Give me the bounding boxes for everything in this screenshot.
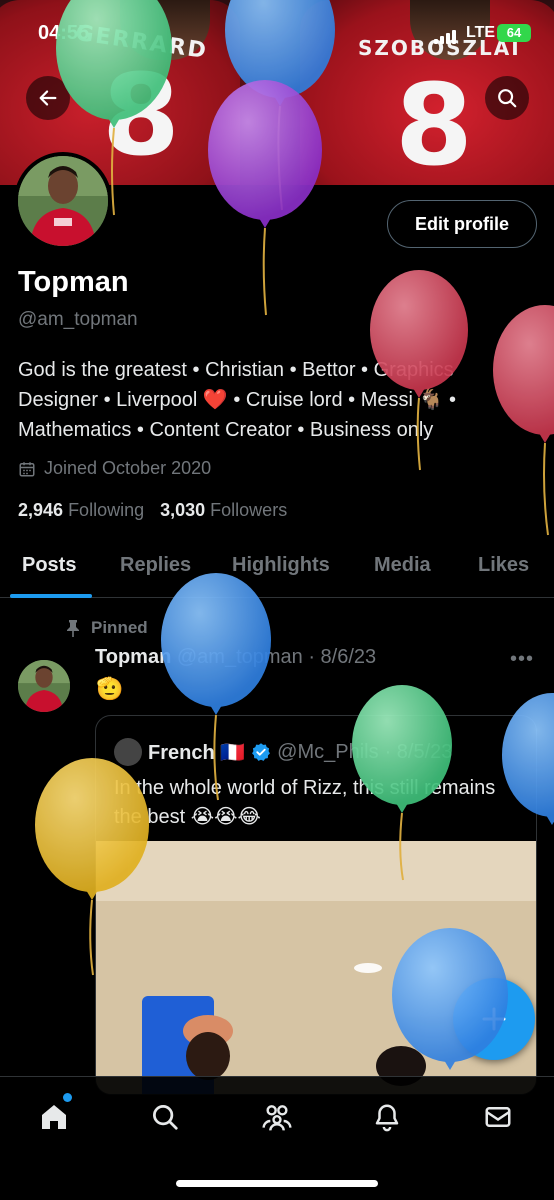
post-more-button[interactable]: ••• (510, 648, 534, 671)
status-bar: 04:55 LTE 64 (0, 20, 554, 50)
banner-jersey-number-right: 8 (395, 61, 473, 185)
home-icon (42, 1105, 66, 1129)
followers-count: 3,030 (160, 500, 206, 520)
post-date[interactable]: · 8/6/23 (308, 646, 376, 668)
quoted-author-avatar (114, 738, 142, 766)
video-thumbnail (96, 841, 536, 1094)
pinned-indicator: Pinned (65, 618, 148, 638)
follow-stats: 2,946 Following 3,030 Followers (18, 500, 287, 521)
bio-line: Mathematics • Content Creator • Business… (18, 419, 434, 441)
quoted-post-date: · 8/5/23 (384, 740, 453, 763)
following-label: Following (68, 500, 145, 520)
post-text: 🫡 (96, 676, 124, 701)
back-button[interactable] (26, 76, 70, 120)
bio-line: Designer • Liverpool ❤️ • Cruise lord • … (18, 389, 456, 411)
avatar-photo (18, 660, 70, 712)
quoted-author-handle: @Mc_Phils (277, 740, 379, 763)
search-icon (153, 1105, 178, 1130)
compose-post-button[interactable] (453, 978, 535, 1060)
nav-notifications[interactable] (369, 1099, 405, 1135)
profile-avatar[interactable] (14, 152, 112, 250)
tab-likes[interactable]: Likes (478, 554, 529, 577)
tab-posts[interactable]: Posts (22, 554, 76, 577)
post-author-name[interactable]: Topman (95, 646, 171, 668)
network-label: LTE (466, 24, 496, 41)
signal-icon (434, 28, 460, 44)
communities-icon (262, 1105, 292, 1131)
profile-display-name: Topman (18, 266, 129, 298)
quoted-post-video[interactable] (96, 841, 536, 1094)
nav-communities[interactable] (259, 1099, 295, 1135)
post-author-avatar[interactable] (18, 660, 70, 712)
nav-home[interactable] (36, 1093, 72, 1135)
tab-replies[interactable]: Replies (120, 554, 191, 577)
avatar-photo (18, 156, 108, 246)
quoted-post-header: French 🇫🇷 @Mc_Phils · 8/5/23 (114, 738, 452, 766)
post-header: Topman @am_topman · 8/6/23 (95, 646, 376, 669)
profile-tabs: Posts Replies Highlights Media Likes (0, 540, 554, 598)
verified-badge-icon (252, 743, 271, 761)
status-time: 04:55 (38, 22, 90, 44)
search-button[interactable] (485, 76, 529, 120)
edit-profile-button[interactable]: Edit profile (387, 200, 537, 248)
following-count: 2,946 (18, 500, 64, 520)
profile-handle: @am_topman (18, 309, 138, 330)
active-tab-indicator (10, 594, 92, 598)
profile-bio: God is the greatest • Christian • Bettor… (18, 355, 538, 445)
quoted-post-text: In the whole world of Rizz, this still r… (114, 777, 496, 828)
joined-label: Joined October 2020 (44, 458, 212, 478)
tab-highlights[interactable]: Highlights (232, 554, 330, 577)
tab-media[interactable]: Media (374, 554, 431, 577)
notifications-icon (375, 1104, 399, 1132)
bio-line: God is the greatest • Christian • Bettor… (18, 359, 454, 381)
nav-search[interactable] (147, 1099, 183, 1135)
pin-icon (67, 620, 79, 637)
arrow-left-icon (39, 90, 57, 106)
search-icon (498, 89, 517, 108)
following-link[interactable]: 2,946 Following (18, 500, 144, 521)
notification-dot (63, 1093, 72, 1102)
post-author-handle[interactable]: @am_topman (177, 646, 303, 668)
banner-jersey-number-left: 8 (102, 51, 180, 181)
nav-messages[interactable] (480, 1099, 516, 1135)
calendar-icon (19, 461, 35, 476)
battery-icon: 64 (497, 24, 531, 42)
home-indicator (176, 1180, 378, 1187)
plus-icon (482, 1007, 506, 1031)
joined-date: Joined October 2020 (18, 458, 211, 479)
quoted-author-name: French 🇫🇷 (148, 741, 246, 764)
followers-link[interactable]: 3,030 Followers (160, 500, 287, 521)
followers-label: Followers (210, 500, 288, 520)
pinned-label: Pinned (91, 618, 148, 637)
messages-icon (485, 1107, 511, 1127)
